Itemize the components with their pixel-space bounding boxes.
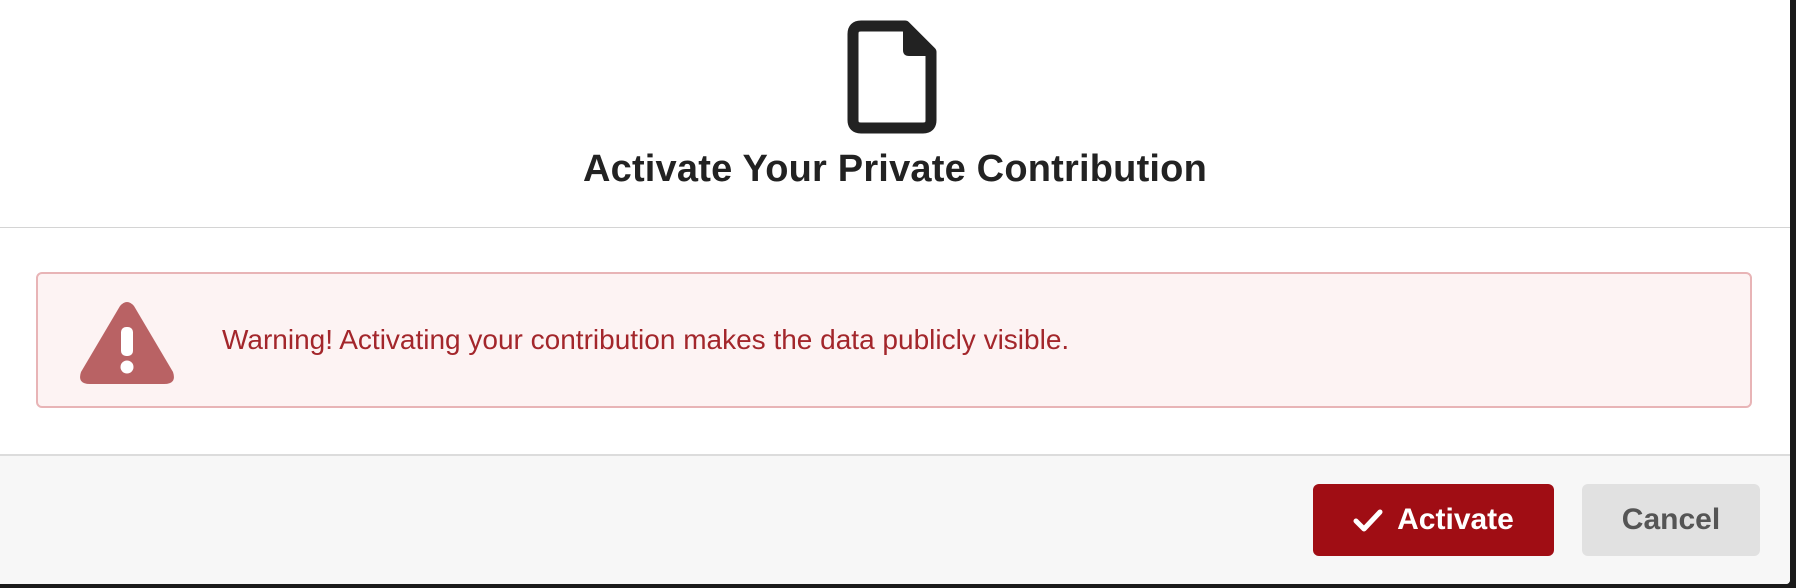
- warning-alert: Warning! Activating your contribution ma…: [36, 272, 1752, 408]
- cancel-button-label: Cancel: [1621, 503, 1721, 536]
- dialog-header: Activate Your Private Contribution: [0, 0, 1790, 228]
- activate-button[interactable]: Activate: [1313, 484, 1554, 556]
- dialog-body: Warning! Activating your contribution ma…: [0, 228, 1790, 454]
- check-icon: [1353, 509, 1383, 532]
- file-icon: [847, 20, 937, 134]
- activate-contribution-dialog: Activate Your Private Contribution Warni…: [0, 0, 1790, 584]
- activate-button-label: Activate: [1397, 503, 1514, 536]
- dialog-footer: Activate Cancel: [0, 454, 1790, 584]
- dialog-title: Activate Your Private Contribution: [582, 148, 1208, 190]
- cancel-button[interactable]: Cancel: [1582, 484, 1760, 556]
- warning-message: Warning! Activating your contribution ma…: [222, 324, 1070, 355]
- warning-triangle-icon: [80, 302, 174, 384]
